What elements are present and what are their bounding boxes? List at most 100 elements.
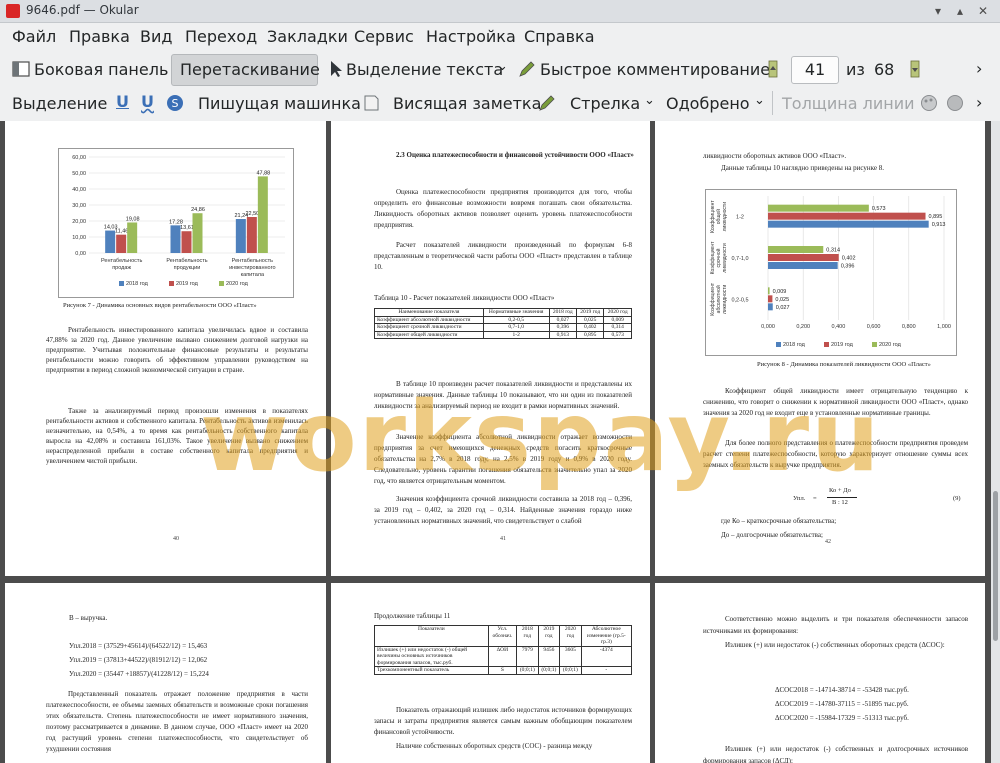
formula-denominator: В : 12	[832, 499, 848, 506]
x-tick-label: 0,000	[761, 324, 775, 330]
table-header-cell: 2020 год	[603, 308, 632, 317]
page-of-label: из	[846, 60, 865, 79]
y-tick-label: 60,00	[72, 155, 86, 161]
y-tick-label: 30,00	[72, 203, 86, 209]
menu-go[interactable]: Переход	[185, 27, 257, 46]
squiggle-icon[interactable]: U	[141, 92, 154, 111]
toolbar-overflow-icon[interactable]: ›	[976, 93, 982, 112]
table-cell: Коэффициент общей ликвидности	[374, 330, 484, 339]
scrollbar-thumb[interactable]	[993, 491, 998, 641]
page-number: 40	[173, 536, 179, 542]
x-tick-label: 0,800	[902, 324, 916, 330]
drag-mode-button[interactable]: Перетаскивание	[180, 60, 320, 79]
x-tick-label: капитала	[241, 272, 265, 278]
vertical-scrollbar[interactable]	[991, 121, 1000, 763]
x-tick-label: 0,600	[867, 324, 881, 330]
stability-table: Показатели Усл. обознач. 2018 год 2019 г…	[374, 625, 633, 675]
arrow-pen-icon	[539, 95, 555, 111]
select-text-button[interactable]: Выделение текста	[346, 60, 503, 79]
sidebar-button[interactable]: Боковая панель	[34, 60, 168, 79]
figure-caption: Рисунок 8 - Динамика показателей ликвидн…	[757, 361, 931, 368]
page-40: 0,00 10,00 20,00 30,00 40,00 50,00 60,00 14,03 1…	[5, 121, 326, 576]
bar	[768, 212, 926, 220]
equals-sign: =	[813, 495, 817, 502]
fraction-bar	[827, 497, 857, 498]
table-cell: 0,025	[575, 315, 605, 324]
data-label: 0,396	[841, 264, 855, 270]
menu-settings[interactable]: Настройка	[426, 27, 516, 46]
data-label: 0,895	[929, 214, 943, 220]
table-cell: 0,402	[575, 323, 605, 332]
y-tick-label: 50,00	[72, 171, 86, 177]
y-tick-label: 0,00	[75, 251, 86, 257]
highlight-button[interactable]: Выделение	[12, 94, 107, 113]
strikeout-icon[interactable]: S	[166, 94, 184, 112]
next-page-icon[interactable]	[906, 60, 924, 78]
chevron-down-icon[interactable]: ⌄	[497, 59, 508, 74]
title-bar: 9646.pdf — Okular ▾ ▴ ✕	[0, 0, 1000, 23]
x-tick-label: Рентабельность	[232, 258, 273, 264]
table-cell: 0,396	[548, 323, 578, 332]
paragraph: Наличие собственных оборотных средств (С…	[396, 742, 593, 750]
table-cell: 0,009	[603, 315, 632, 324]
bar	[116, 234, 127, 253]
color-palette-icon[interactable]	[920, 94, 938, 112]
data-label: 11,46	[115, 229, 128, 235]
x-tick-label: Рентабельность	[101, 258, 142, 264]
document-viewport[interactable]: 0,00 10,00 20,00 30,00 40,00 50,00 60,00 14,03 1…	[0, 121, 991, 763]
quick-annotation-button[interactable]: Быстрое комментирование	[540, 60, 770, 79]
bar	[768, 262, 838, 269]
table-cell: 7979	[516, 645, 539, 667]
menu-edit[interactable]: Правка	[69, 27, 130, 46]
page-44: Продолжение таблицы 11 Показатели Усл. о…	[331, 583, 650, 763]
page-number-input[interactable]: 41	[791, 56, 839, 84]
table-cell: (0;0;1)	[516, 666, 539, 675]
data-label: 0,025	[775, 297, 789, 303]
legend-swatch	[872, 342, 877, 347]
minimize-icon[interactable]: ▾	[930, 3, 946, 19]
menu-file[interactable]: Файл	[12, 27, 56, 46]
arrow-button[interactable]: Стрелка	[570, 94, 640, 113]
fill-color-icon[interactable]	[946, 94, 964, 112]
paragraph: Коэффициент общей ликвидности имеет отри…	[703, 387, 968, 417]
chevron-down-icon[interactable]: ⌄	[754, 93, 765, 108]
close-icon[interactable]: ✕	[975, 3, 991, 19]
stamp-button[interactable]: Одобрено	[666, 94, 750, 113]
page-42: ликвидности оборотных активов ООО «Пласт…	[655, 121, 985, 576]
table-header-cell: Наименование показателя	[374, 308, 484, 317]
chevron-down-icon[interactable]: ⌄	[644, 93, 655, 108]
section-heading: 2.3 Оценка платежеспособности и финансов…	[396, 151, 634, 159]
page-41: 2.3 Оценка платежеспособности и финансов…	[331, 121, 650, 576]
menu-help[interactable]: Справка	[524, 27, 595, 46]
paragraph: Также за анализируемый период произошли …	[46, 407, 308, 465]
liquidity-table: Наименование показателя Нормативные знач…	[374, 308, 632, 339]
pop-up-note-button[interactable]: Висящая заметка	[393, 94, 541, 113]
table-cell: -4374	[580, 645, 633, 667]
toolbar-overflow-icon[interactable]: ›	[976, 59, 982, 78]
table-cell: Трехкомпонентный показатель	[374, 666, 489, 675]
paragraph: Соответственно можно выделить и три пока…	[703, 615, 968, 635]
table-header-cell: Показатели	[374, 625, 489, 647]
typewriter-button[interactable]: Пишущая машинка	[198, 94, 361, 113]
menu-view[interactable]: Вид	[140, 27, 172, 46]
bar	[127, 222, 138, 253]
bar	[768, 246, 824, 253]
data-label: 0,573	[872, 206, 886, 212]
toolbar-separator	[772, 91, 773, 115]
paragraph: Значения коэффициента срочной ликвидност…	[374, 495, 632, 525]
svg-text:S: S	[172, 97, 179, 110]
data-label: 0,314	[826, 248, 840, 254]
legend-swatch	[169, 281, 174, 286]
menu-bookmarks[interactable]: Закладки	[267, 27, 348, 46]
liquidity-chart-svg: 0,000 0,200 0,400 0,600 0,800 1,000 0,573 0,895…	[710, 196, 951, 348]
bar	[257, 176, 268, 253]
line-width-button[interactable]: Толщина линии	[782, 94, 915, 113]
underline-icon[interactable]: U	[116, 92, 129, 111]
table-header-row: Наименование показателя Нормативные знач…	[374, 308, 632, 317]
previous-page-icon[interactable]	[764, 60, 782, 78]
legend-label: 2019 год	[831, 342, 854, 348]
bar	[768, 287, 770, 295]
maximize-icon[interactable]: ▴	[952, 3, 968, 19]
menu-tools[interactable]: Сервис	[354, 27, 414, 46]
x-tick-label: продукции	[174, 265, 201, 271]
